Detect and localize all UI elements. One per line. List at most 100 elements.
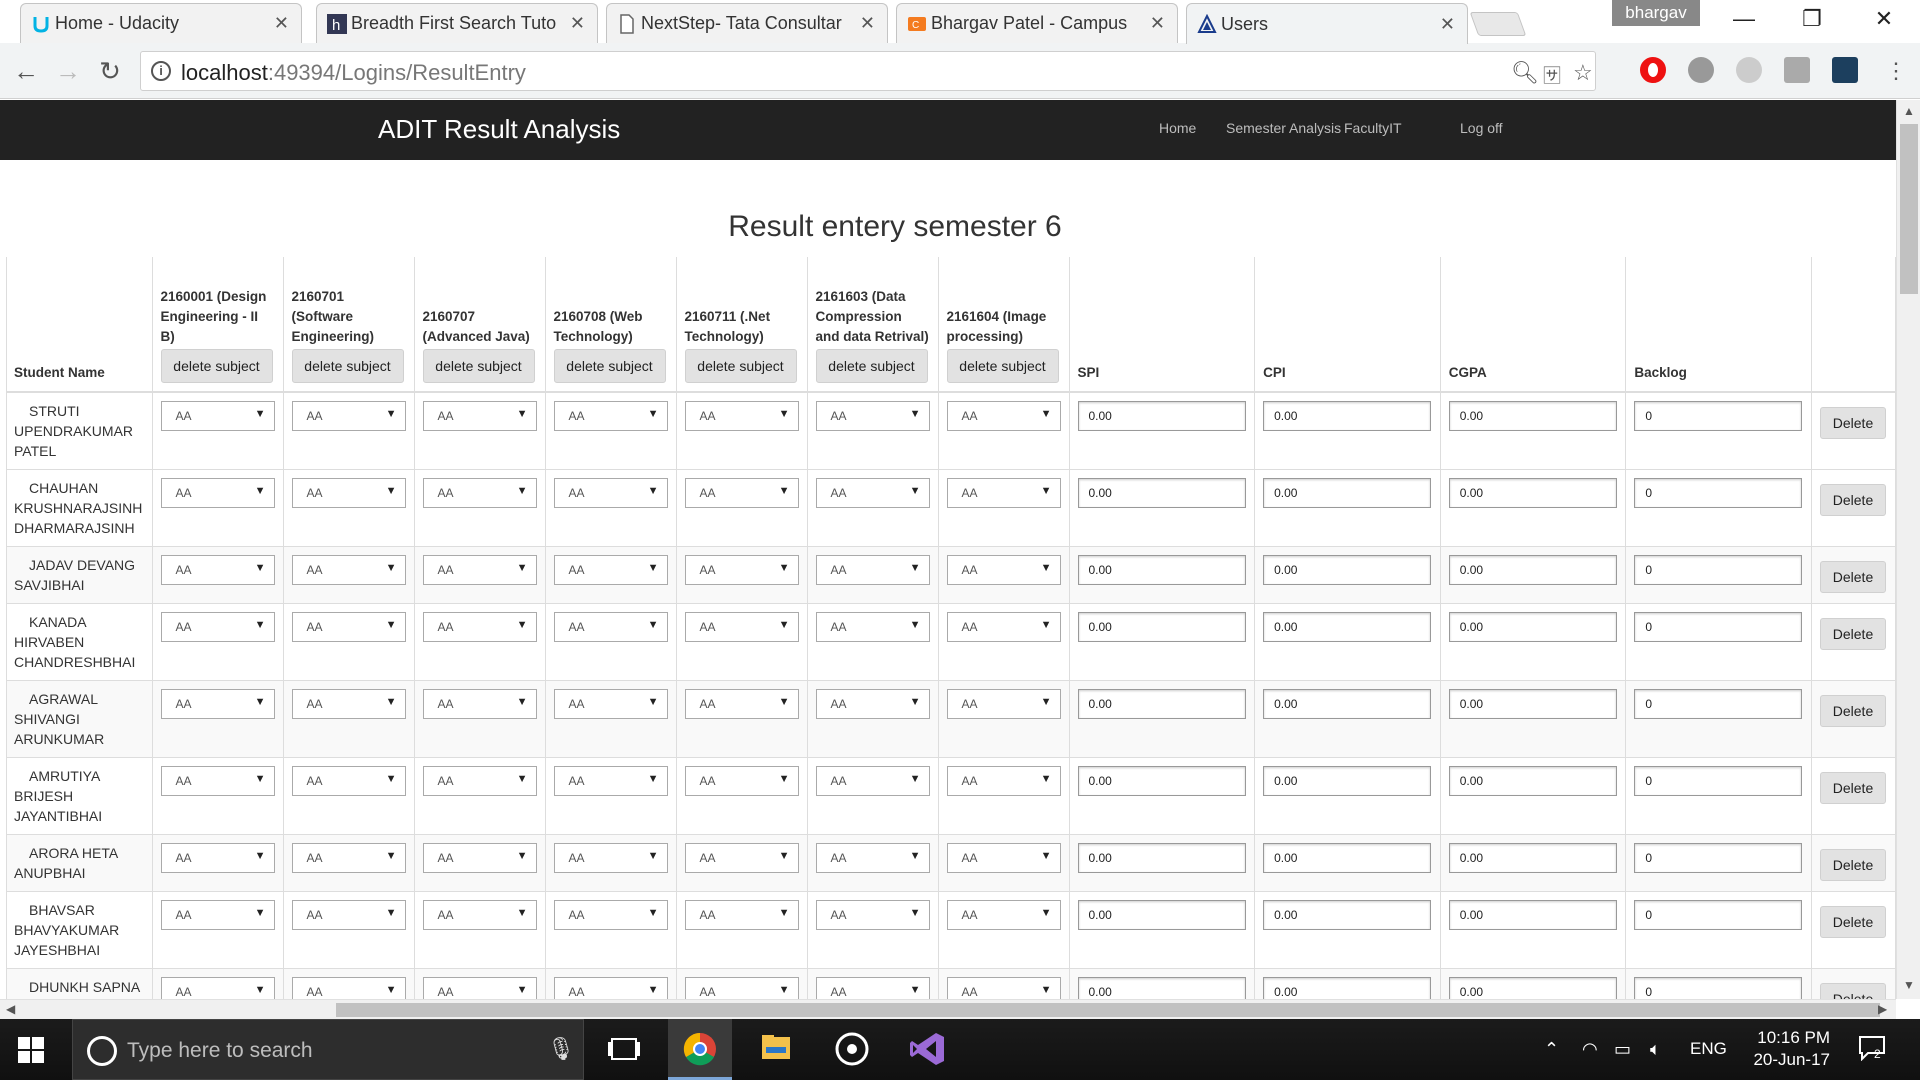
- grade-select[interactable]: AA ▼: [553, 555, 668, 585]
- site-brand[interactable]: ADIT Result Analysis: [378, 114, 620, 145]
- close-icon[interactable]: ✕: [274, 13, 289, 34]
- wifi-icon[interactable]: ◠: [1582, 1039, 1598, 1060]
- backlog-input[interactable]: 0: [1634, 612, 1803, 642]
- delete-row-button[interactable]: Delete: [1820, 407, 1886, 439]
- browser-tab-bfs[interactable]: h Breadth First Search Tuto ✕: [316, 3, 598, 43]
- battery-icon[interactable]: ▭: [1614, 1039, 1631, 1060]
- grade-select[interactable]: AA ▼: [160, 766, 275, 796]
- nav-log-off[interactable]: Log off: [1460, 120, 1503, 136]
- spi-input[interactable]: 0.00: [1077, 478, 1246, 508]
- grade-select[interactable]: AA ▼: [422, 977, 537, 999]
- nav-semester-analysis[interactable]: Semester Analysis: [1226, 120, 1341, 136]
- address-bar[interactable]: i localhost:49394/Logins/ResultEntry 🔍︎ …: [140, 51, 1596, 91]
- grade-select[interactable]: AA ▼: [815, 555, 930, 585]
- grade-select[interactable]: AA ▼: [946, 843, 1061, 873]
- close-icon[interactable]: ✕: [570, 13, 585, 34]
- delete-row-button[interactable]: Delete: [1820, 906, 1886, 938]
- grade-select[interactable]: AA ▼: [684, 401, 799, 431]
- cgpa-input[interactable]: 0.00: [1448, 977, 1617, 999]
- windows-start-icon[interactable]: [18, 1037, 46, 1065]
- scroll-down-icon[interactable]: ▼: [1897, 978, 1920, 992]
- delete-subject-button[interactable]: delete subject: [291, 349, 404, 383]
- profile-button[interactable]: bhargav: [1612, 0, 1700, 26]
- cpi-input[interactable]: 0.00: [1263, 900, 1432, 930]
- spi-input[interactable]: 0.00: [1077, 689, 1246, 719]
- grade-select[interactable]: AA ▼: [291, 977, 406, 999]
- backlog-input[interactable]: 0: [1634, 843, 1803, 873]
- backlog-input[interactable]: 0: [1634, 900, 1803, 930]
- reload-icon[interactable]: ↻: [94, 55, 126, 87]
- backlog-input[interactable]: 0: [1634, 766, 1803, 796]
- scroll-right-icon[interactable]: ▶: [1878, 1002, 1887, 1016]
- delete-row-button[interactable]: Delete: [1820, 695, 1886, 727]
- notification-icon[interactable]: 2: [1858, 1035, 1886, 1066]
- microphone-icon[interactable]: 🎙︎: [547, 1036, 575, 1062]
- spi-input[interactable]: 0.00: [1077, 900, 1246, 930]
- cpi-input[interactable]: 0.00: [1263, 977, 1432, 999]
- file-explorer-icon[interactable]: [744, 1019, 808, 1080]
- grade-select[interactable]: AA ▼: [291, 401, 406, 431]
- cgpa-input[interactable]: 0.00: [1448, 900, 1617, 930]
- grade-select[interactable]: AA ▼: [160, 689, 275, 719]
- grade-select[interactable]: AA ▼: [422, 555, 537, 585]
- vertical-scrollbar[interactable]: ▲ ▼: [1896, 100, 1920, 999]
- delete-row-button[interactable]: Delete: [1820, 561, 1886, 593]
- grade-select[interactable]: AA ▼: [160, 977, 275, 999]
- scroll-thumb[interactable]: [1900, 124, 1918, 294]
- back-icon[interactable]: ←: [10, 55, 42, 87]
- cortana-icon[interactable]: [87, 1036, 117, 1066]
- grade-select[interactable]: AA ▼: [553, 843, 668, 873]
- grade-select[interactable]: AA ▼: [684, 555, 799, 585]
- grade-select[interactable]: AA ▼: [160, 900, 275, 930]
- grade-select[interactable]: AA ▼: [291, 843, 406, 873]
- spi-input[interactable]: 0.00: [1077, 612, 1246, 642]
- browser-tab-campus[interactable]: C Bhargav Patel - Campus ✕: [896, 3, 1178, 43]
- grade-select[interactable]: AA ▼: [553, 689, 668, 719]
- grade-select[interactable]: AA ▼: [160, 401, 275, 431]
- grade-select[interactable]: AA ▼: [946, 478, 1061, 508]
- clock[interactable]: 10:16 PM 20-Jun-17: [1730, 1027, 1830, 1071]
- cpi-input[interactable]: 0.00: [1263, 766, 1432, 796]
- horizontal-scrollbar[interactable]: ◀ ▶: [0, 999, 1896, 1019]
- opera-icon[interactable]: [1640, 57, 1666, 83]
- spi-input[interactable]: 0.00: [1077, 555, 1246, 585]
- delete-subject-button[interactable]: delete subject: [422, 349, 535, 383]
- language-indicator[interactable]: ENG: [1690, 1039, 1727, 1059]
- grade-select[interactable]: AA ▼: [684, 900, 799, 930]
- forward-icon[interactable]: →: [52, 55, 84, 87]
- grade-select[interactable]: AA ▼: [553, 900, 668, 930]
- close-window-icon[interactable]: ✕: [1864, 6, 1904, 32]
- grade-select[interactable]: AA ▼: [160, 555, 275, 585]
- grade-select[interactable]: AA ▼: [684, 977, 799, 999]
- grade-select[interactable]: AA ▼: [815, 900, 930, 930]
- grade-select[interactable]: AA ▼: [684, 478, 799, 508]
- zoom-icon[interactable]: 🔍︎: [1511, 60, 1539, 86]
- grade-select[interactable]: AA ▼: [422, 843, 537, 873]
- spi-input[interactable]: 0.00: [1077, 977, 1246, 999]
- grade-select[interactable]: AA ▼: [160, 612, 275, 642]
- browser-tab-udacity[interactable]: Home - Udacity ✕: [20, 3, 302, 43]
- backlog-input[interactable]: 0: [1634, 478, 1803, 508]
- grade-select[interactable]: AA ▼: [422, 478, 537, 508]
- close-icon[interactable]: ✕: [1440, 14, 1455, 35]
- spi-input[interactable]: 0.00: [1077, 401, 1246, 431]
- grade-select[interactable]: AA ▼: [946, 977, 1061, 999]
- grade-select[interactable]: AA ▼: [291, 766, 406, 796]
- delete-subject-button[interactable]: delete subject: [815, 349, 928, 383]
- grade-select[interactable]: AA ▼: [946, 689, 1061, 719]
- grade-select[interactable]: AA ▼: [815, 843, 930, 873]
- delete-subject-button[interactable]: delete subject: [160, 349, 273, 383]
- extension-globe-icon[interactable]: [1688, 57, 1714, 83]
- extension-udacity-icon[interactable]: [1832, 57, 1858, 83]
- tray-chevron-icon[interactable]: ⌃: [1544, 1039, 1559, 1060]
- delete-row-button[interactable]: Delete: [1820, 849, 1886, 881]
- grade-select[interactable]: AA ▼: [684, 612, 799, 642]
- nav-facultyit[interactable]: FacultyIT: [1344, 120, 1402, 136]
- grade-select[interactable]: AA ▼: [684, 766, 799, 796]
- info-icon[interactable]: i: [151, 61, 171, 81]
- grade-select[interactable]: AA ▼: [815, 478, 930, 508]
- chrome-icon[interactable]: [668, 1019, 732, 1080]
- star-icon[interactable]: ☆: [1573, 60, 1593, 86]
- grade-select[interactable]: AA ▼: [553, 478, 668, 508]
- scroll-thumb[interactable]: [336, 1003, 1880, 1017]
